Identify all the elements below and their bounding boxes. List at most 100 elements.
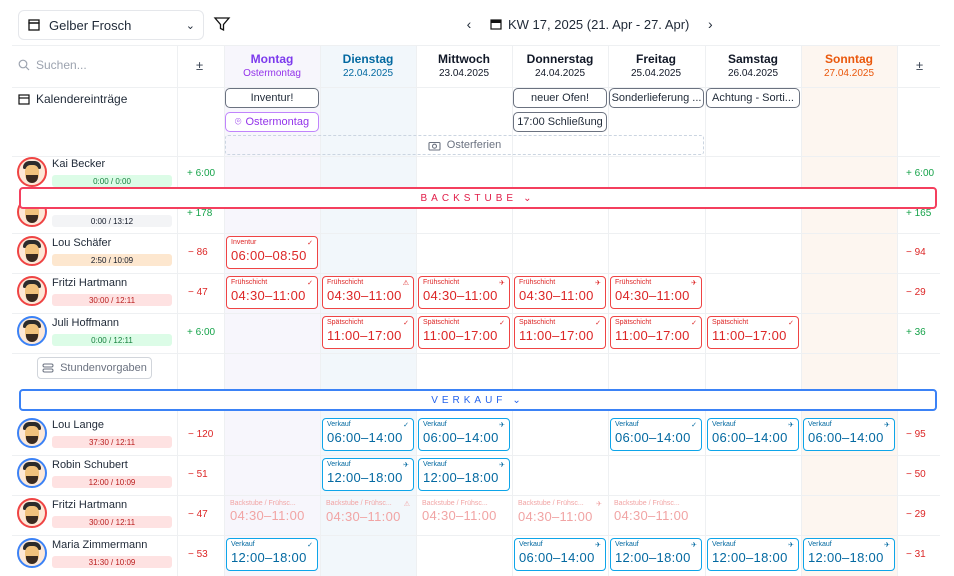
holiday-entry[interactable]: ⌾ Ostermontag bbox=[225, 112, 319, 132]
chevron-right-icon[interactable]: › bbox=[701, 16, 719, 32]
calendar-entry[interactable]: 17:00 Schließung bbox=[513, 112, 607, 132]
grid-line bbox=[416, 45, 417, 576]
shift-card[interactable]: Verkauf ✈ 12:00–18:00 bbox=[418, 458, 510, 491]
chevron-left-icon[interactable]: ‹ bbox=[460, 16, 478, 32]
calendar-entry[interactable]: Sonderlieferung ... bbox=[609, 88, 704, 108]
shift-card[interactable]: Spätschicht ✓ 11:00–17:00 bbox=[610, 316, 702, 349]
shift-title: Backstube / Frühsc... bbox=[230, 500, 296, 507]
grid-line bbox=[12, 156, 940, 157]
search-placeholder: Suchen... bbox=[36, 58, 87, 72]
day-name: Freitag bbox=[635, 52, 676, 66]
day-header[interactable]: Montag Ostermontag bbox=[224, 52, 320, 79]
avatar bbox=[17, 418, 47, 448]
shift-card[interactable]: Inventur ✓ 06:00–08:50 bbox=[226, 236, 318, 269]
stundenvorgaben-button[interactable]: Stundenvorgaben bbox=[37, 357, 152, 379]
shift-card[interactable]: Verkauf ✈ 12:00–18:00 bbox=[322, 458, 414, 491]
sunday-column-bg bbox=[801, 45, 897, 576]
calendar-entry[interactable]: neuer Ofen! bbox=[513, 88, 607, 108]
store-select[interactable]: Gelber Frosch ⌄ bbox=[18, 10, 204, 40]
check-icon: ✓ bbox=[307, 280, 313, 287]
shift-time: 11:00–17:00 bbox=[519, 328, 594, 343]
day-name: Sonntag bbox=[825, 52, 873, 66]
hours-badge: 37:30 / 12:11 bbox=[52, 436, 172, 448]
group-backstube[interactable]: BACKSTUBE ⌄ bbox=[19, 187, 937, 209]
filter-icon[interactable] bbox=[213, 15, 231, 33]
hours-badge: 30:00 / 12:11 bbox=[52, 516, 172, 528]
day-header[interactable]: Sonntag 27.04.2025 bbox=[801, 52, 897, 79]
shift-card[interactable]: Frühschicht ✈ 04:30–11:00 bbox=[418, 276, 510, 309]
shift-card[interactable]: Verkauf ✈ 12:00–18:00 bbox=[707, 538, 799, 571]
shift-card[interactable]: Backstube / Frühsc... 04:30–11:00 bbox=[226, 498, 318, 531]
shift-card[interactable]: Backstube / Frühsc... ⚠ 04:30–11:00 bbox=[322, 498, 414, 531]
shift-card[interactable]: Verkauf ✈ 12:00–18:00 bbox=[610, 538, 702, 571]
hours-badge: 2:50 / 10:09 bbox=[52, 254, 172, 266]
avatar bbox=[17, 498, 47, 528]
sort-balance-button[interactable]: ± bbox=[916, 58, 923, 73]
shift-title: Verkauf bbox=[808, 541, 832, 548]
shift-card[interactable]: Verkauf ✈ 06:00–14:00 bbox=[707, 418, 799, 451]
holiday-label: Ostermontag bbox=[245, 116, 310, 128]
week-text: KW 17, 2025 (21. Apr - 27. Apr) bbox=[508, 16, 690, 32]
shift-card[interactable]: Frühschicht ✈ 04:30–11:00 bbox=[514, 276, 606, 309]
shift-card[interactable]: Spätschicht ✓ 11:00–17:00 bbox=[322, 316, 414, 349]
shift-card[interactable]: Spätschicht ✓ 11:00–17:00 bbox=[707, 316, 799, 349]
shift-time: 12:00–18:00 bbox=[808, 550, 884, 565]
shift-card[interactable]: Frühschicht ⚠ 04:30–11:00 bbox=[322, 276, 414, 309]
school-holidays-entry[interactable]: Osterferien bbox=[225, 135, 704, 155]
check-icon: ✓ bbox=[403, 320, 409, 327]
employee-name: Fritzi Hartmann bbox=[52, 277, 128, 289]
sort-balance-button[interactable]: ± bbox=[196, 58, 203, 73]
day-header[interactable]: Samstag 26.04.2025 bbox=[705, 52, 801, 79]
day-name: Dienstag bbox=[342, 52, 394, 66]
grid-line bbox=[12, 313, 940, 314]
shift-time: 12:00–18:00 bbox=[231, 550, 307, 565]
shift-card[interactable]: Verkauf ✈ 06:00–14:00 bbox=[514, 538, 606, 571]
calendar-entry[interactable]: Inventur! bbox=[225, 88, 319, 108]
calendar-entry[interactable]: Achtung - Sorti... bbox=[706, 88, 800, 108]
shift-title: Spätschicht bbox=[712, 319, 749, 326]
shift-card[interactable]: Spätschicht ✓ 11:00–17:00 bbox=[418, 316, 510, 349]
hours-badge: 0:00 / 0:00 bbox=[52, 175, 172, 187]
hours-badge: 0:00 / 13:12 bbox=[52, 215, 172, 227]
shift-card[interactable]: Verkauf ✓ 06:00–14:00 bbox=[610, 418, 702, 451]
shift-card[interactable]: Frühschicht ✓ 04:30–11:00 bbox=[226, 276, 318, 309]
balance-left: + 178 bbox=[187, 208, 213, 219]
shift-card[interactable]: Backstube / Frühsc... ✈ 04:30–11:00 bbox=[514, 498, 606, 531]
warning-icon: ⚠ bbox=[403, 501, 410, 508]
shift-time: 04:30–11:00 bbox=[423, 288, 498, 303]
day-header[interactable]: Donnerstag 24.04.2025 bbox=[512, 52, 608, 79]
day-header[interactable]: Mittwoch 23.04.2025 bbox=[416, 52, 512, 79]
search-input[interactable]: Suchen... bbox=[18, 58, 87, 72]
balance-left: − 86 bbox=[188, 247, 208, 258]
send-icon: ✈ bbox=[595, 542, 601, 549]
check-icon: ✓ bbox=[403, 422, 409, 429]
shift-card[interactable]: Frühschicht ✈ 04:30–11:00 bbox=[610, 276, 702, 309]
shift-card[interactable]: Verkauf ✓ 12:00–18:00 bbox=[226, 538, 318, 571]
shift-card[interactable]: Backstube / Frühsc... 04:30–11:00 bbox=[610, 498, 702, 531]
day-header[interactable]: Freitag 25.04.2025 bbox=[608, 52, 704, 79]
shift-time: 06:00–14:00 bbox=[327, 430, 403, 445]
employee-name: Lou Schäfer bbox=[52, 237, 112, 249]
shift-title: Verkauf bbox=[231, 541, 255, 548]
employee-name: Robin Schubert bbox=[52, 459, 128, 471]
shift-time: 06:00–14:00 bbox=[519, 550, 595, 565]
shift-card[interactable]: Verkauf ✈ 12:00–18:00 bbox=[803, 538, 895, 571]
shift-card[interactable]: Backstube / Frühsc... 04:30–11:00 bbox=[418, 498, 510, 531]
week-label[interactable]: KW 17, 2025 (21. Apr - 27. Apr) bbox=[490, 17, 689, 32]
tuesday-column-bg bbox=[320, 45, 416, 576]
check-icon: ✓ bbox=[307, 542, 313, 549]
shift-card[interactable]: Verkauf ✓ 06:00–14:00 bbox=[322, 418, 414, 451]
shift-title: Spätschicht bbox=[423, 319, 460, 326]
group-verkauf[interactable]: VERKAUF ⌄ bbox=[19, 389, 937, 411]
balance-left: − 53 bbox=[188, 549, 208, 560]
grid-line bbox=[12, 455, 940, 456]
shift-card[interactable]: Verkauf ✈ 06:00–14:00 bbox=[803, 418, 895, 451]
shift-time: 11:00–17:00 bbox=[712, 328, 787, 343]
group-label: VERKAUF bbox=[431, 394, 507, 406]
grid-line bbox=[12, 535, 940, 536]
shift-card[interactable]: Spätschicht ✓ 11:00–17:00 bbox=[514, 316, 606, 349]
day-header[interactable]: Dienstag 22.04.2025 bbox=[320, 52, 416, 79]
send-icon: ✈ bbox=[884, 422, 890, 429]
shift-time: 04:30–11:00 bbox=[518, 509, 593, 524]
shift-card[interactable]: Verkauf ✈ 06:00–14:00 bbox=[418, 418, 510, 451]
